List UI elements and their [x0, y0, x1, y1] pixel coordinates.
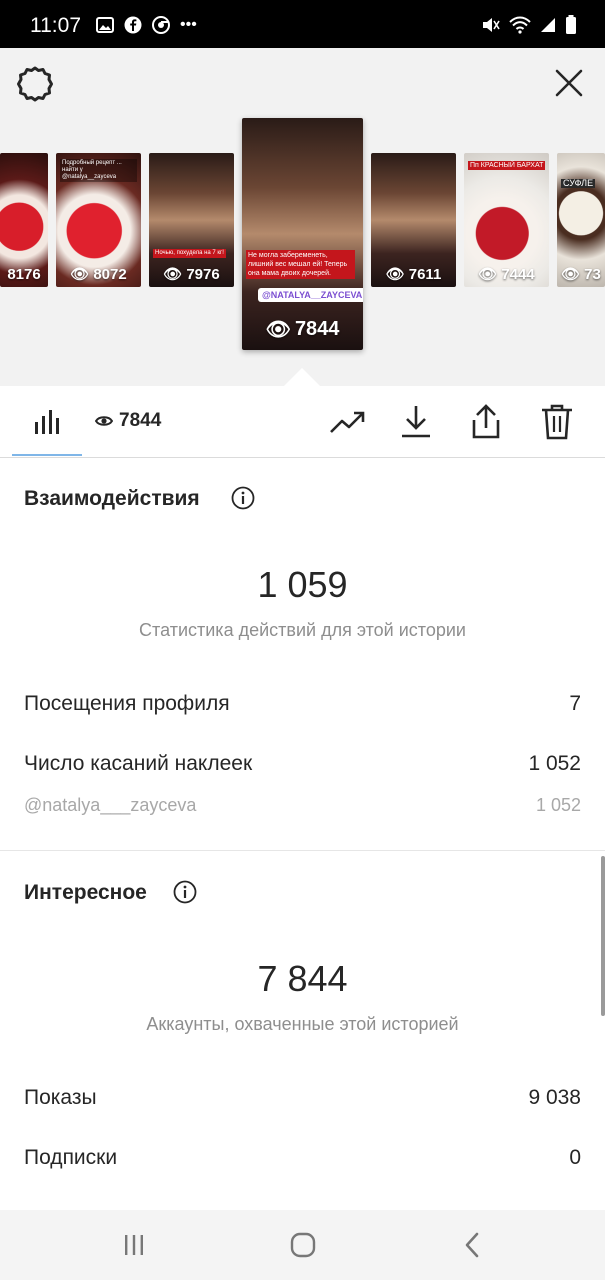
- selection-caret: [284, 368, 320, 386]
- follows-value: 0: [569, 1146, 581, 1169]
- story-thumbnail[interactable]: СУФЛЕ 👁 73: [557, 153, 605, 287]
- gallery-icon: [96, 17, 114, 33]
- download-icon[interactable]: [396, 402, 436, 442]
- interactions-total: 1 059: [257, 564, 348, 605]
- profile-visits-value: 7: [569, 692, 581, 715]
- thumbnail-views: 👁 8072: [56, 265, 141, 284]
- status-bar: 11:07 •••: [0, 0, 605, 48]
- story-thumbnail[interactable]: Пп КРАСНЫЙ БАРХАТ 👁 7444: [464, 153, 549, 287]
- tab-viewers[interactable]: 7844: [95, 410, 161, 432]
- thumbnail-view-count: 7611: [408, 265, 442, 283]
- status-time: 11:07: [30, 14, 81, 37]
- story-thumbnail-selected[interactable]: Не могла забеременеть, лишний вес мешал …: [242, 118, 363, 350]
- story-caption: Пп КРАСНЫЙ БАРХАТ: [468, 161, 546, 170]
- mention-sticker-value: 1 052: [535, 795, 581, 815]
- info-icon[interactable]: [231, 486, 255, 510]
- trash-icon[interactable]: [537, 402, 577, 442]
- story-thumbnail[interactable]: Подробный рецепт ... найти у @natalya__z…: [56, 153, 141, 287]
- thumbnail-views: 👁 73: [557, 265, 605, 284]
- sticker-taps-value: 1 052: [528, 752, 581, 775]
- thumbnail-view-count: 8176: [7, 266, 41, 283]
- impressions-value: 9 038: [528, 1086, 581, 1109]
- impressions-label: Показы: [24, 1086, 97, 1109]
- story-caption: Подробный рецепт ... найти у @natalya__z…: [60, 159, 137, 182]
- share-icon[interactable]: [466, 402, 506, 442]
- thumbnail-view-count: 73: [584, 265, 601, 283]
- thumbnail-view-count: 7976: [186, 265, 220, 283]
- eye-icon: [95, 416, 113, 426]
- insights-panel: 7844 Взаимодействия 1 059 Статистика дей…: [0, 386, 605, 1210]
- discovery-subtitle: Аккаунты, охваченные этой историей: [146, 1014, 459, 1034]
- chrome-icon: [152, 16, 170, 34]
- eye-icon: 👁: [265, 319, 291, 341]
- trending-up-icon[interactable]: [327, 402, 367, 442]
- profile-visits-label: Посещения профиля: [24, 692, 230, 715]
- info-icon[interactable]: [173, 880, 197, 904]
- more-notifications-icon: •••: [180, 16, 197, 33]
- bar-chart-icon: [35, 410, 59, 434]
- eye-icon: 👁: [561, 266, 581, 283]
- eye-icon: 👁: [163, 266, 183, 283]
- section-divider: [0, 850, 605, 851]
- viewers-count: 7844: [119, 410, 162, 431]
- story-thumbnail[interactable]: Ночью, похудела на 7 кг! 👁 7976: [149, 153, 234, 287]
- close-icon[interactable]: [553, 67, 585, 99]
- story-caption: Ночью, похудела на 7 кг!: [153, 249, 226, 258]
- back-icon[interactable]: [458, 1230, 488, 1260]
- settings-gear-icon[interactable]: [16, 65, 54, 103]
- story-mention-sticker: @NATALYA__ZAYCEVA: [258, 288, 363, 302]
- system-nav-bar: [0, 1210, 605, 1280]
- eye-icon: 👁: [478, 266, 498, 283]
- follows-label: Подписки: [24, 1146, 118, 1169]
- wifi-icon: [509, 16, 531, 34]
- thumbnail-views: 👁 7976: [149, 265, 234, 284]
- mention-sticker-label[interactable]: @natalya___zayceva: [24, 795, 196, 816]
- facebook-icon: [124, 16, 142, 34]
- system-icons: [481, 15, 577, 35]
- tab-insights[interactable]: [12, 386, 82, 456]
- notification-icons: •••: [96, 16, 197, 34]
- thumbnail-views: 👁 7611: [371, 265, 456, 284]
- battery-icon: [566, 15, 576, 34]
- thumbnail-views: 👁 7844: [242, 317, 363, 342]
- story-strip: 8176 Подробный рецепт ... найти у @natal…: [0, 48, 605, 386]
- active-tab-indicator: [12, 454, 82, 456]
- story-thumbnail[interactable]: 8176: [0, 153, 48, 287]
- insights-toolbar: 7844: [0, 386, 605, 458]
- mute-icon: [483, 18, 500, 32]
- discovery-total: 7 844: [257, 958, 348, 999]
- recent-apps-icon[interactable]: [119, 1230, 149, 1260]
- thumbnail-view-count: 7444: [501, 265, 535, 283]
- signal-icon: [541, 18, 555, 32]
- home-icon[interactable]: [288, 1230, 318, 1260]
- scrollbar[interactable]: [601, 856, 605, 1016]
- thumbnail-views: 8176: [0, 266, 48, 283]
- story-image: [242, 118, 363, 350]
- story-thumbnail[interactable]: 👁 7611: [371, 153, 456, 287]
- interactions-subtitle: Статистика действий для этой истории: [139, 620, 466, 640]
- thumbnail-views: 👁 7444: [464, 265, 549, 284]
- interactions-title: Взаимодействия: [24, 487, 200, 510]
- story-caption: Не могла забеременеть, лишний вес мешал …: [246, 250, 355, 279]
- eye-icon: 👁: [385, 266, 405, 283]
- story-caption: СУФЛЕ: [561, 178, 596, 188]
- eye-icon: 👁: [70, 266, 90, 283]
- sticker-taps-label: Число касаний наклеек: [24, 752, 253, 775]
- thumbnail-view-count: 7844: [294, 318, 340, 340]
- thumbnail-view-count: 8072: [93, 265, 127, 283]
- discovery-title: Интересное: [24, 881, 147, 904]
